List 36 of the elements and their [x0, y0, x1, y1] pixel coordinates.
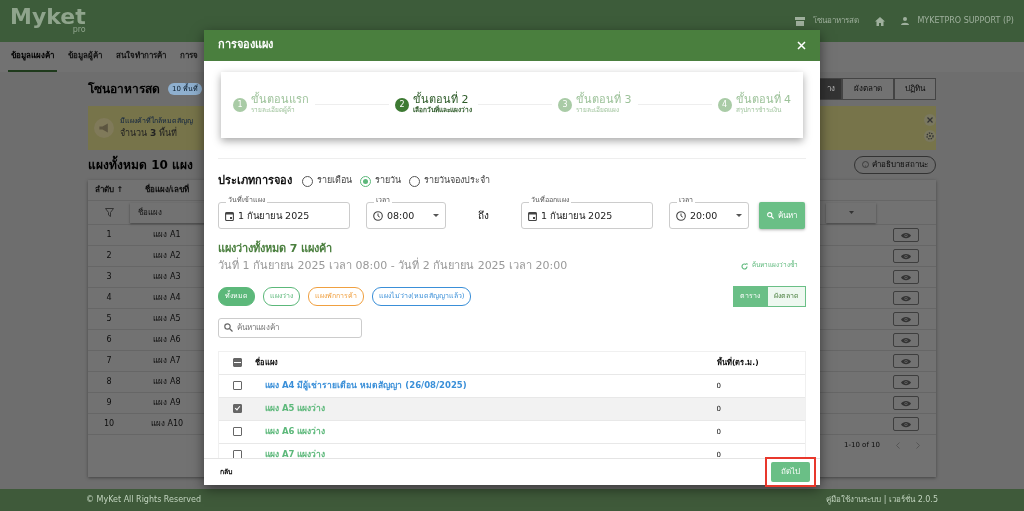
step-number: 2	[395, 97, 409, 112]
table-cell-text: 1	[105, 229, 113, 241]
booking-type-label: ประเภทการจอง	[218, 172, 292, 189]
zone-title: โซนอาหารสด	[88, 81, 160, 98]
logo-subtitle: pro	[72, 25, 86, 36]
table-cell-text: 5	[105, 313, 113, 325]
dialog-title: การจองแผง	[218, 37, 273, 54]
date-range-text: วันที่ 1 กันยายน 2025 เวลา 08:00 - วันที่ 2 กันยายน 2025 เวลา 20:00	[218, 257, 568, 274]
table-cell-text: แผง A3	[152, 271, 182, 283]
table-cell-text: แผง A8	[152, 376, 182, 388]
table-cell-text: 4	[105, 292, 113, 304]
table-cell-text: แผง A2	[152, 250, 182, 262]
step-number: 1	[233, 97, 247, 112]
table-cell-text: แผง A4	[152, 292, 182, 304]
table-cell-text: 2	[105, 250, 113, 262]
alert-count: จำนวน 3 พื้นที่	[120, 126, 178, 140]
stalls-heading: แผงทั้งหมด 10 แผง	[88, 156, 194, 174]
table-cell-text: 3	[105, 271, 113, 283]
table-cell-text: 9	[105, 397, 113, 409]
table-cell-text: แผง A1	[152, 229, 182, 241]
to-label: ถึง	[478, 209, 489, 224]
table-cell-text: แผง A10	[149, 418, 185, 430]
copyright-text: © MyKet All Rights Reserved	[86, 494, 202, 506]
step-number: 4	[717, 97, 732, 112]
table-cell-text: แผง A9	[152, 397, 182, 409]
table-cell-text: แผง A7	[152, 355, 182, 367]
step-number: 3	[558, 97, 572, 112]
table-cell-text: 6	[105, 334, 113, 346]
table-cell-text: 8	[105, 376, 113, 388]
table-cell-text: แผง A5	[152, 313, 182, 325]
logo: Myket	[10, 6, 86, 28]
step-title: ขั้นตอนแรก	[251, 94, 309, 106]
table-cell-text: 7	[105, 355, 113, 367]
available-stalls-title: แผงว่างทั้งหมด 7 แผงค้า	[218, 241, 334, 257]
table-cell-text: แผง A6	[152, 334, 182, 346]
table-cell-text: 10	[102, 418, 116, 430]
